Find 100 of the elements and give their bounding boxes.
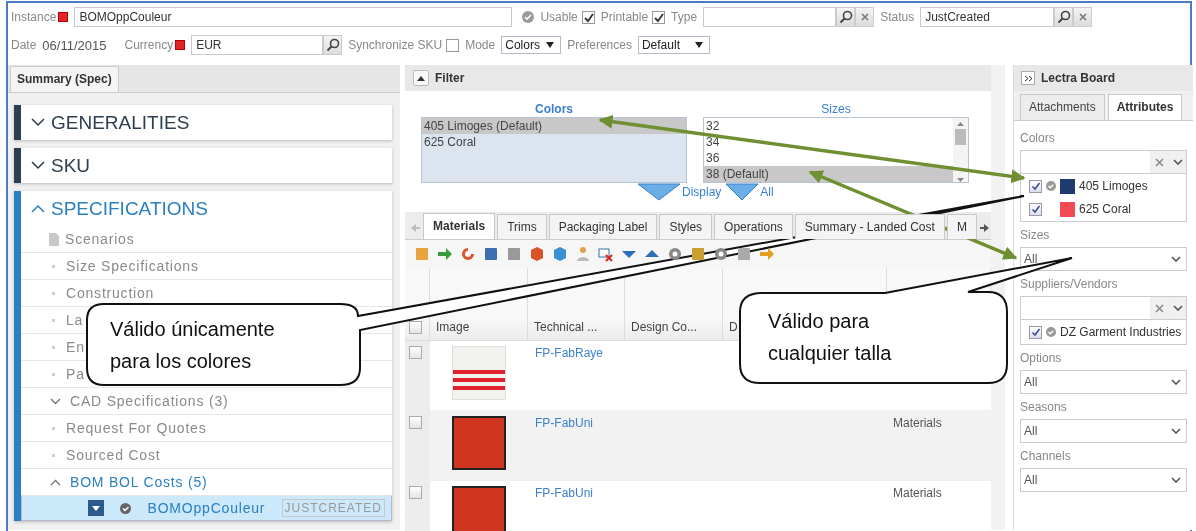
refresh-icon[interactable] <box>460 246 476 262</box>
arrow-icon[interactable] <box>759 246 775 262</box>
checkbox[interactable] <box>1029 325 1042 339</box>
material-link[interactable]: FP-FabRaye <box>528 346 604 360</box>
seasons-dropdown[interactable]: All <box>1020 419 1187 443</box>
tree-item[interactable]: Sourced Cost <box>66 447 161 463</box>
column-header[interactable]: Image <box>436 320 470 334</box>
synchronize-sku-checkbox[interactable] <box>446 38 460 52</box>
tree-item[interactable]: Construction <box>66 285 155 301</box>
tree-item[interactable]: Request For Quotes <box>66 420 207 436</box>
tab[interactable]: Operations <box>714 214 793 239</box>
column-header[interactable]: Technical ... <box>534 320 598 334</box>
colors-listbox[interactable]: 405 Limoges (Default) 625 Coral <box>421 117 687 183</box>
tab[interactable]: Attributes <box>1107 94 1183 120</box>
chevron-down-icon <box>1171 428 1181 434</box>
sizes-label: Sizes <box>821 102 851 116</box>
dropdown-icon[interactable] <box>88 500 104 516</box>
material-link[interactable]: FP-FabUni <box>528 416 593 430</box>
striped-fabric-swatch <box>452 346 506 400</box>
list-option[interactable]: 625 Coral <box>422 134 686 150</box>
mode-dropdown[interactable]: Colors <box>501 36 562 54</box>
bullet-icon <box>52 345 55 349</box>
close-icon <box>1155 157 1164 167</box>
tab[interactable]: Materials <box>423 213 496 239</box>
dropdown-button[interactable] <box>1168 297 1186 319</box>
list-option[interactable]: 34 <box>704 134 953 150</box>
sizes-listbox[interactable]: 32 34 36 38 (Default) <box>703 117 969 183</box>
status-label: Status <box>880 10 915 24</box>
channels-dropdown[interactable]: All <box>1020 468 1187 492</box>
arrow-right-icon <box>980 224 990 232</box>
tab[interactable]: M <box>946 214 977 239</box>
material-link[interactable]: FP-FabUni <box>528 486 593 500</box>
section-title[interactable]: GENERALITIES <box>51 111 190 134</box>
list-option[interactable]: 32 <box>704 118 953 134</box>
tree-item[interactable]: La <box>66 312 84 328</box>
tab[interactable]: Attachments <box>1020 94 1105 120</box>
sizes-label: Sizes <box>1020 228 1051 242</box>
caret-up-icon[interactable] <box>957 122 964 126</box>
list-option[interactable]: 38 (Default) <box>704 166 953 182</box>
section-title[interactable]: SPECIFICATIONS <box>51 197 208 220</box>
solid-fabric-swatch <box>452 486 506 531</box>
clear-button[interactable] <box>1073 7 1093 27</box>
date-label: Date <box>11 38 37 52</box>
list-option[interactable]: 36 <box>704 150 953 166</box>
type-field[interactable] <box>703 7 837 27</box>
tab[interactable]: Styles <box>659 214 713 239</box>
delete-icon[interactable] <box>598 246 614 262</box>
callout-text: Válido únicamente para los colores <box>110 317 275 374</box>
chevron-down-icon[interactable] <box>31 118 45 127</box>
list-option[interactable]: 405 Limoges (Default) <box>422 118 686 134</box>
all-link[interactable]: All <box>760 185 774 199</box>
seasons-label: Seasons <box>1020 400 1068 414</box>
checkmark-icon <box>1030 181 1041 191</box>
expand-button[interactable] <box>1021 71 1035 85</box>
check-circle-icon <box>522 11 535 23</box>
tree-item[interactable]: Size Specifications <box>66 258 199 274</box>
row-checkbox[interactable] <box>409 346 422 359</box>
tree-item[interactable]: Scenarios <box>65 231 135 247</box>
clear-button[interactable] <box>855 7 875 27</box>
summary-tab[interactable]: Summary (Spec) <box>10 66 119 92</box>
column-header[interactable]: D <box>729 320 738 334</box>
collapse-button[interactable] <box>413 70 429 86</box>
currency-field[interactable]: EUR <box>191 35 324 55</box>
dropdown-button[interactable] <box>1168 151 1186 173</box>
preferences-label: Preferences <box>567 38 632 52</box>
status-field[interactable]: JustCreated <box>920 7 1055 27</box>
tree-group[interactable]: CAD Specifications (3) <box>70 393 229 409</box>
cube-icon[interactable] <box>529 246 545 262</box>
printable-checkbox[interactable] <box>652 10 666 24</box>
chevron-down-icon[interactable] <box>31 161 45 170</box>
chevron-up-icon[interactable] <box>31 204 45 213</box>
search-button[interactable] <box>836 7 856 27</box>
row-checkbox[interactable] <box>409 486 422 499</box>
column-header[interactable]: Design Co... <box>631 320 698 334</box>
search-button[interactable] <box>1054 7 1074 27</box>
checkbox[interactable] <box>1029 179 1042 193</box>
chevron-up-icon[interactable] <box>50 478 61 486</box>
sizes-dropdown[interactable]: All <box>1020 247 1187 271</box>
tree-group[interactable]: BOM BOL Costs (5) <box>70 474 208 490</box>
tab[interactable]: Summary - Landed Cost <box>794 214 945 239</box>
checkbox[interactable] <box>1029 202 1042 216</box>
instance-field[interactable]: BOMOppCouleur <box>74 7 513 27</box>
tab[interactable]: Packaging Label <box>548 214 658 239</box>
search-button[interactable] <box>323 35 343 55</box>
caret-down-icon[interactable] <box>957 178 964 182</box>
callout-text: Válido para cualquier talla <box>768 309 892 366</box>
section-title[interactable]: SKU <box>51 154 91 177</box>
supplier-option: DZ Garment Industries <box>1060 325 1182 339</box>
cube-icon[interactable] <box>552 246 568 262</box>
preferences-dropdown[interactable]: Default <box>637 36 710 54</box>
display-link[interactable]: Display <box>682 185 722 199</box>
scrollbar[interactable] <box>953 118 968 182</box>
tree-item[interactable]: Pa <box>66 366 85 382</box>
color-option: 405 Limoges <box>1079 179 1148 193</box>
select-all-checkbox[interactable] <box>409 321 422 334</box>
usable-checkbox[interactable] <box>581 10 595 24</box>
row-checkbox[interactable] <box>409 416 422 429</box>
colors-combobox[interactable] <box>1020 150 1187 174</box>
tab[interactable]: Trims <box>497 214 547 239</box>
options-dropdown[interactable]: All <box>1020 370 1187 394</box>
